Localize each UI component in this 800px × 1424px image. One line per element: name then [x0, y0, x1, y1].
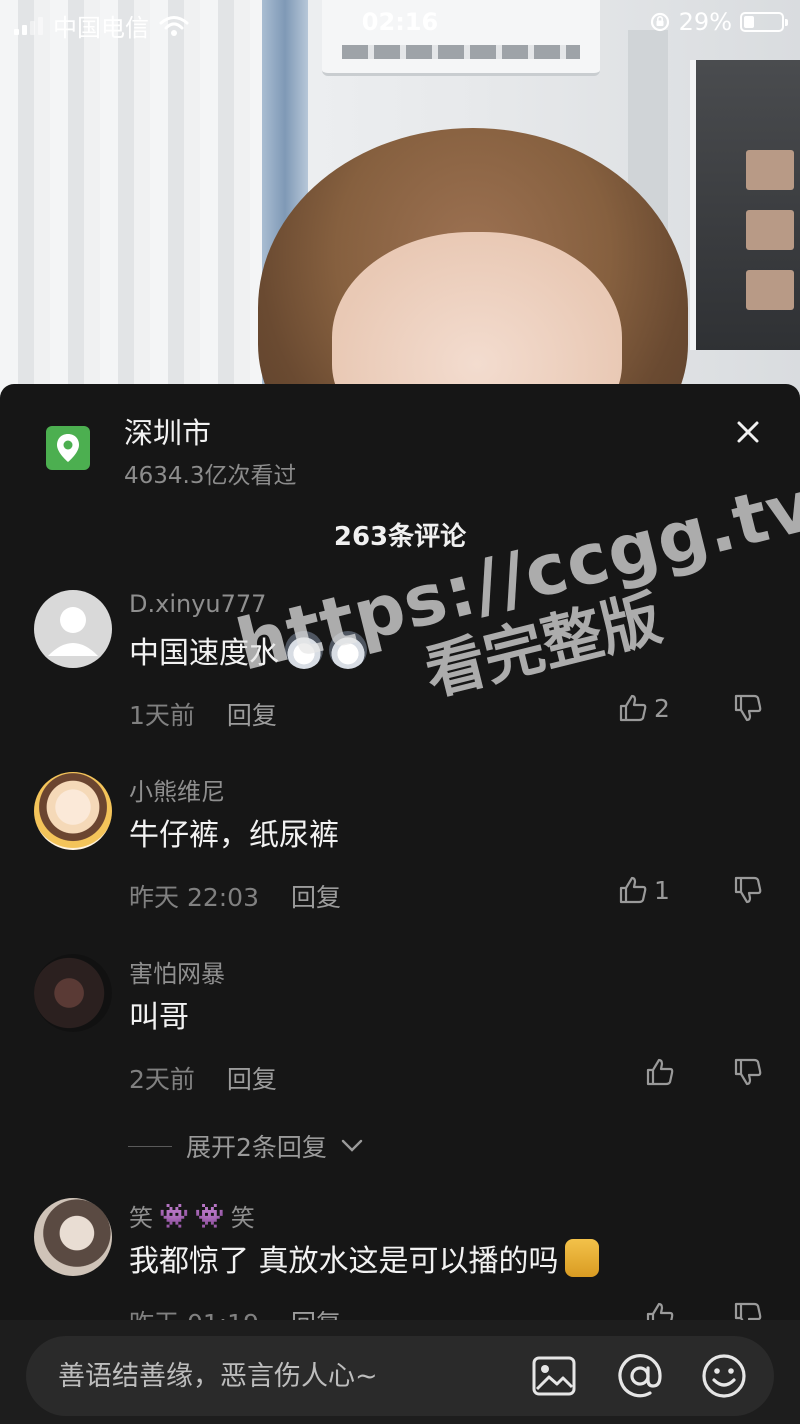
battery-percent: 29%: [678, 8, 732, 36]
thumbs-up-icon: [646, 1058, 674, 1086]
comment-username[interactable]: D.xinyu777: [129, 590, 266, 618]
reply-button[interactable]: 回复: [227, 1060, 277, 1096]
thumbs-down-icon: [734, 1058, 762, 1086]
comment-text-body: 我都惊了 真放水这是可以播的吗: [129, 1244, 559, 1279]
comment-input-bar: [0, 1320, 800, 1424]
emoji-icon[interactable]: [698, 1350, 750, 1402]
bear-emoji: [564, 1239, 599, 1277]
orientation-lock-icon: [650, 12, 669, 32]
dislike-button[interactable]: [730, 872, 766, 908]
comment-username[interactable]: 害怕网暴: [129, 954, 225, 989]
username-part: 笑: [230, 1204, 255, 1232]
video-background: [0, 0, 800, 400]
comment-text-body: 中国速度水: [129, 636, 279, 671]
comment-meta: 2天前 回复: [129, 1060, 277, 1096]
comment-text: 牛仔裤，纸尿裤: [129, 818, 339, 853]
comment-meta: 1天前 回复: [129, 696, 277, 732]
username-part: 笑: [129, 1204, 153, 1232]
like-count: 2: [654, 693, 670, 723]
avatar[interactable]: [34, 954, 112, 1032]
status-bar: 中国电信 02:16 29%: [0, 0, 800, 44]
comment-item: 害怕网暴 叫哥 2天前 回复: [0, 954, 800, 1134]
thumbs-up-icon: [619, 876, 647, 904]
battery-icon: [740, 12, 788, 32]
avatar[interactable]: [34, 772, 112, 850]
map-pin-icon[interactable]: [46, 426, 90, 470]
divider: [128, 1145, 172, 1147]
curtain: [0, 0, 270, 400]
comments-sheet: 深圳市 4634.3亿次看过 263条评论 D.xinyu777 中国速度水 1…: [0, 384, 800, 1424]
expand-replies-button[interactable]: 展开2条回复: [128, 1128, 363, 1164]
comment-time: 2天前: [129, 1065, 195, 1094]
comment-input[interactable]: [58, 1352, 498, 1400]
like-button[interactable]: 1: [618, 872, 688, 908]
comment-text: 中国速度水: [129, 628, 367, 672]
wolf-emoji: [329, 631, 367, 669]
image-icon[interactable]: [528, 1350, 580, 1402]
dislike-button[interactable]: [730, 690, 766, 726]
battery-level-fill: [744, 16, 754, 28]
thumbs-down-icon: [734, 694, 762, 722]
display-cabinet: [690, 60, 800, 350]
comment-username[interactable]: 小熊维尼: [129, 772, 225, 807]
comment-time: 1天前: [129, 701, 195, 730]
reply-button[interactable]: 回复: [227, 696, 277, 732]
like-button[interactable]: 2: [618, 690, 688, 726]
chevron-down-icon: [341, 1139, 363, 1152]
like-count: 1: [654, 875, 670, 905]
comment-text: 我都惊了 真放水这是可以播的吗: [129, 1236, 599, 1280]
comment-item: D.xinyu777 中国速度水 1天前 回复 2: [0, 590, 800, 770]
alien-emoji: 👾: [159, 1201, 189, 1230]
comment-time: 昨天 22:03: [129, 883, 259, 912]
close-icon[interactable]: [728, 412, 768, 452]
at-icon[interactable]: [614, 1350, 666, 1402]
comment-item: 小熊维尼 牛仔裤，纸尿裤 昨天 22:03 回复 1: [0, 772, 800, 952]
comment-text: 叫哥: [129, 1000, 189, 1035]
comment-meta: 昨天 22:03 回复: [129, 878, 341, 914]
avatar[interactable]: [34, 1198, 112, 1276]
dislike-button[interactable]: [730, 1054, 766, 1090]
comment-input-container[interactable]: [26, 1336, 774, 1416]
like-button[interactable]: [645, 1054, 715, 1090]
comment-username[interactable]: 笑 👾 👾 笑: [129, 1198, 255, 1233]
location-views: 4634.3亿次看过: [124, 463, 297, 489]
alien-emoji: 👾: [194, 1201, 225, 1230]
expand-replies-label: 展开2条回复: [186, 1133, 327, 1162]
thumbs-up-icon: [619, 694, 647, 722]
comments-count: 263条评论: [333, 522, 467, 552]
thumbs-down-icon: [734, 876, 762, 904]
wolf-emoji: [285, 631, 323, 669]
location-name[interactable]: 深圳市: [124, 410, 211, 452]
avatar[interactable]: [34, 590, 112, 668]
reply-button[interactable]: 回复: [291, 878, 341, 914]
